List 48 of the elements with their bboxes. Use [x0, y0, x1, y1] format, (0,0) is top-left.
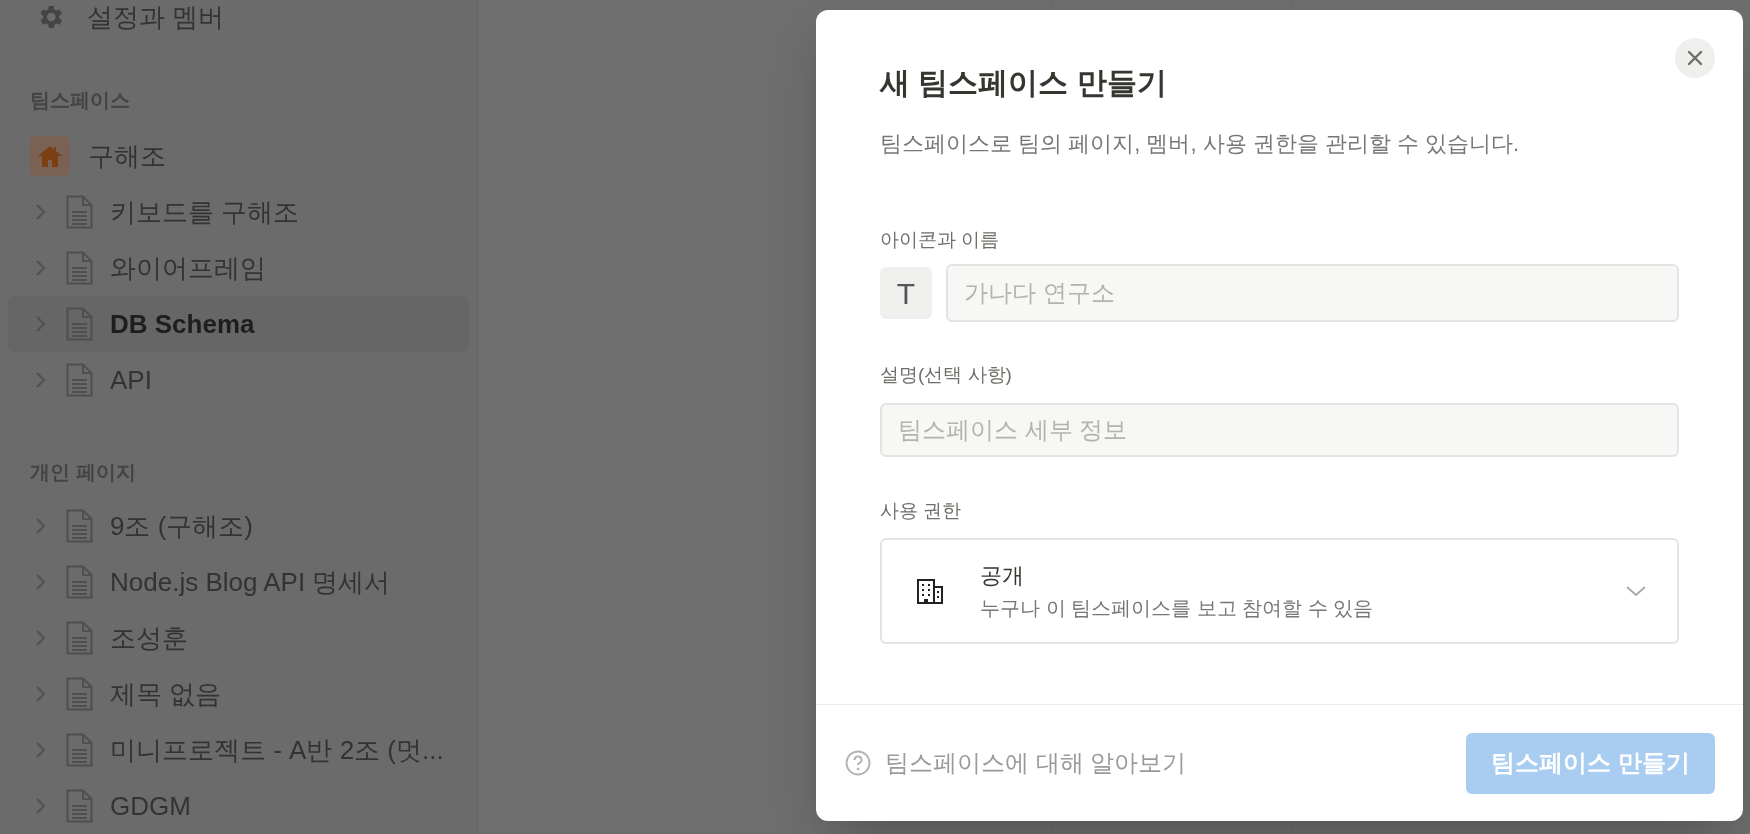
chevron-icon: [35, 572, 47, 592]
name-input-field[interactable]: 가나다 연구소: [946, 264, 1679, 322]
document-icon: [66, 363, 93, 397]
help-icon: [845, 750, 871, 776]
icon-picker-button[interactable]: T: [880, 267, 932, 319]
page-item[interactable]: Node.js Blog API 명세서: [8, 554, 469, 610]
document-icon: [66, 677, 93, 711]
chevron-down-icon: [1625, 585, 1647, 597]
chevron-icon: [35, 796, 47, 816]
dialog-title: 새 팀스페이스 만들기: [880, 65, 1168, 101]
house-icon: [30, 136, 70, 176]
close-button[interactable]: [1675, 38, 1715, 78]
dialog-description: 팀스페이스로 팀의 페이지, 멤버, 사용 권한을 관리할 수 있습니다.: [880, 130, 1521, 158]
sidebar-item[interactable]: 설정과 멤버: [87, 0, 225, 37]
page-item[interactable]: 미니프로젝트 - A반 2조 (멋...: [8, 722, 469, 778]
field-label: 설명(선택 사항): [880, 363, 1013, 387]
page-item[interactable]: DB Schema: [8, 296, 469, 352]
page-item[interactable]: 와이어프레임: [8, 240, 469, 296]
chevron-icon: [35, 628, 47, 648]
chevron-icon: [35, 258, 47, 278]
document-icon: [66, 251, 93, 285]
field-label: 사용 권한: [880, 499, 963, 523]
document-icon: [66, 509, 93, 543]
document-icon: [66, 195, 93, 229]
workspace-name[interactable]: 구해조: [88, 136, 166, 176]
page-item[interactable]: 9조 (구해조): [8, 498, 469, 554]
permission-value: 공개: [980, 562, 1025, 590]
document-icon: [66, 621, 93, 655]
close-icon: [1686, 49, 1704, 67]
description-input-field[interactable]: 팀스페이스 세부 정보: [880, 403, 1679, 457]
field-label: 아이콘과 이름: [880, 228, 1001, 252]
document-icon: [66, 789, 93, 823]
building-icon: [915, 576, 945, 606]
chevron-icon: [35, 740, 47, 760]
page-item[interactable]: API: [8, 352, 469, 408]
document-icon: [66, 565, 93, 599]
page-item[interactable]: GDGM: [8, 778, 469, 834]
chevron-icon: [35, 370, 47, 390]
page-item[interactable]: 제목 없음: [8, 666, 469, 722]
chevron-icon: [35, 202, 47, 222]
document-icon: [66, 733, 93, 767]
chevron-icon: [35, 684, 47, 704]
help-link[interactable]: 팀스페이스에 대해 알아보기: [845, 745, 1187, 781]
page-item[interactable]: 조성훈: [8, 610, 469, 666]
permission-dropdown[interactable]: 공개 누구나 이 팀스페이스를 보고 참여할 수 있음: [880, 538, 1679, 644]
permission-detail: 누구나 이 팀스페이스를 보고 참여할 수 있음: [980, 596, 1375, 621]
page-item[interactable]: 키보드를 구해조: [8, 184, 469, 240]
chevron-icon: [35, 516, 47, 536]
